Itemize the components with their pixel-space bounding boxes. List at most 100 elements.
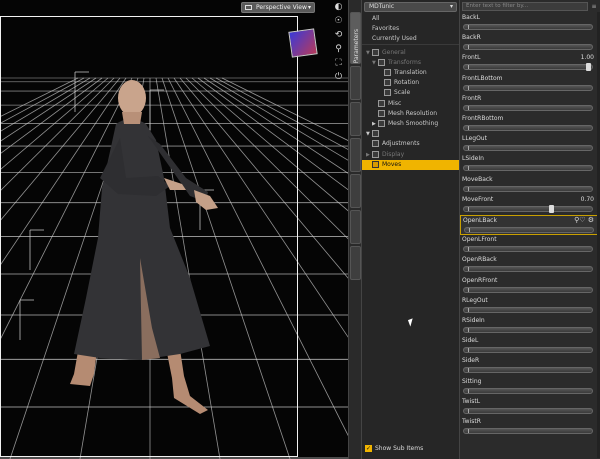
- param-value[interactable]: 1.00: [581, 54, 594, 61]
- param-slider-row[interactable]: OpenRBack: [460, 255, 598, 275]
- orbit-icon[interactable]: ☉: [333, 16, 344, 27]
- param-options-icon[interactable]: ⚲♡ ⚙: [574, 216, 594, 224]
- tree-item[interactable]: ▼ General: [362, 48, 459, 58]
- tree-item[interactable]: Misc: [362, 99, 459, 109]
- param-label: LLegOut: [462, 135, 487, 143]
- tab-pane-4[interactable]: [350, 138, 361, 172]
- tree-item[interactable]: Favorites: [362, 24, 459, 34]
- param-slider-row[interactable]: RSideIn: [460, 316, 598, 336]
- reset-icon[interactable]: ⏻: [333, 72, 344, 83]
- tab-pane-6[interactable]: [350, 210, 361, 244]
- param-slider-row[interactable]: BackR: [460, 33, 598, 53]
- slider-track[interactable]: [463, 367, 593, 374]
- node-selector[interactable]: MDTunic ▾: [364, 2, 457, 12]
- slider-knob[interactable]: [549, 204, 555, 213]
- tree-item[interactable]: Mesh Resolution: [362, 109, 459, 119]
- tab-pane-7[interactable]: [350, 246, 361, 280]
- slider-track[interactable]: [463, 125, 593, 131]
- show-sub-items[interactable]: ✓ Show Sub Items: [365, 444, 423, 454]
- slider-track[interactable]: [463, 24, 593, 30]
- tree-item-label: Mesh Resolution: [388, 109, 438, 117]
- slider-track[interactable]: [463, 428, 593, 434]
- tab-pane-3[interactable]: [350, 102, 361, 136]
- tree-item[interactable]: Adjustments: [362, 139, 459, 149]
- param-slider-row[interactable]: TwistR: [460, 417, 598, 437]
- slider-track[interactable]: [463, 204, 593, 213]
- eye-icon[interactable]: ◐: [333, 2, 344, 13]
- param-slider-row[interactable]: OpenRFront: [460, 276, 598, 296]
- param-slider-row[interactable]: MoveFront 0.70: [460, 195, 598, 215]
- param-slider-row[interactable]: LLegOut: [460, 134, 598, 154]
- slider-track[interactable]: [463, 266, 593, 273]
- zoom-icon[interactable]: ⚲: [333, 44, 344, 55]
- slider-track[interactable]: [463, 306, 593, 313]
- tree-item[interactable]: Currently Used: [362, 34, 459, 44]
- param-slider-row[interactable]: SideR: [460, 356, 598, 376]
- slider-track[interactable]: [463, 63, 593, 72]
- param-slider-row[interactable]: FrontR: [460, 94, 598, 114]
- slider-track[interactable]: [463, 44, 593, 51]
- tree-item-label: Transforms: [388, 58, 421, 66]
- tab-pane-5[interactable]: [350, 174, 361, 208]
- param-slider-row[interactable]: FrontLBottom: [460, 74, 598, 94]
- navigation-cube[interactable]: [288, 28, 318, 58]
- slider-track[interactable]: [463, 145, 593, 152]
- param-slider-row[interactable]: SideL: [460, 336, 598, 356]
- filter-input[interactable]: Enter text to filter by...: [462, 2, 588, 11]
- tree-item[interactable]: ▼: [362, 129, 459, 139]
- tree-item[interactable]: Translation: [362, 68, 459, 78]
- param-slider-row[interactable]: TwistL: [460, 397, 598, 417]
- param-slider-row[interactable]: LSideIn: [460, 154, 598, 174]
- tab-pane-2[interactable]: [350, 66, 361, 100]
- slider-zero-mark: [468, 267, 469, 272]
- param-label: Sitting: [462, 377, 482, 385]
- slider-zero-mark: [468, 105, 469, 110]
- param-slider-row[interactable]: FrontRBottom: [460, 114, 598, 134]
- group-folder-icon: [378, 58, 385, 66]
- slider-zero-mark: [468, 307, 469, 312]
- param-slider-row[interactable]: RLegOut: [460, 296, 598, 316]
- slider-track[interactable]: [463, 165, 593, 172]
- param-label: MoveFront: [462, 195, 494, 203]
- tree-item[interactable]: ▶ Display: [362, 150, 459, 160]
- pane-tab-strip: Parameters: [348, 0, 362, 459]
- viewport[interactable]: Perspective View ▾ ◐ ☉ ⟲ ⚲ ⛶ ⏻: [0, 0, 348, 459]
- param-label: OpenRFront: [462, 276, 498, 284]
- slider-track[interactable]: [463, 185, 593, 192]
- param-slider-row[interactable]: FrontL 1.00: [460, 53, 598, 73]
- tab-parameters[interactable]: Parameters: [350, 12, 361, 64]
- tree-item[interactable]: Scale: [362, 88, 459, 98]
- slider-zero-mark: [468, 206, 469, 211]
- slider-track[interactable]: [463, 407, 593, 414]
- frame-icon[interactable]: ⛶: [333, 58, 344, 69]
- slider-track[interactable]: [463, 286, 593, 293]
- slider-track[interactable]: [463, 387, 593, 394]
- param-slider-row[interactable]: OpenLBack ⚲♡ ⚙: [460, 215, 598, 235]
- slider-track[interactable]: [463, 246, 593, 253]
- tree-item[interactable]: Rotation: [362, 78, 459, 88]
- param-label: SideR: [462, 357, 480, 365]
- view-selector[interactable]: Perspective View ▾: [241, 2, 315, 13]
- slider-knob[interactable]: [586, 63, 591, 72]
- options-icon[interactable]: ≡: [590, 2, 598, 11]
- tree-item[interactable]: ▶ Mesh Smoothing: [362, 119, 459, 129]
- param-slider-row[interactable]: BackL: [460, 13, 598, 33]
- tree-item[interactable]: All: [362, 14, 459, 24]
- tree-item-label: Mesh Smoothing: [388, 120, 439, 127]
- param-label: OpenRBack: [462, 256, 497, 264]
- slider-track[interactable]: [463, 347, 593, 354]
- group-folder-icon: [384, 89, 391, 97]
- slider-track[interactable]: [464, 227, 594, 233]
- tree-item[interactable]: Moves: [362, 159, 459, 170]
- param-slider-row[interactable]: MoveBack: [460, 175, 598, 195]
- tree-item[interactable]: ▼ Transforms: [362, 58, 459, 68]
- slider-track[interactable]: [463, 327, 593, 333]
- param-value[interactable]: 0.70: [581, 196, 594, 203]
- group-folder-icon: [384, 79, 391, 87]
- checkbox-checked-icon[interactable]: ✓: [365, 445, 372, 452]
- slider-track[interactable]: [463, 104, 593, 111]
- orbit-icon[interactable]: ⟲: [333, 30, 344, 41]
- param-slider-row[interactable]: OpenLFront: [460, 235, 598, 255]
- slider-track[interactable]: [463, 84, 593, 91]
- param-slider-row[interactable]: Sitting: [460, 377, 598, 397]
